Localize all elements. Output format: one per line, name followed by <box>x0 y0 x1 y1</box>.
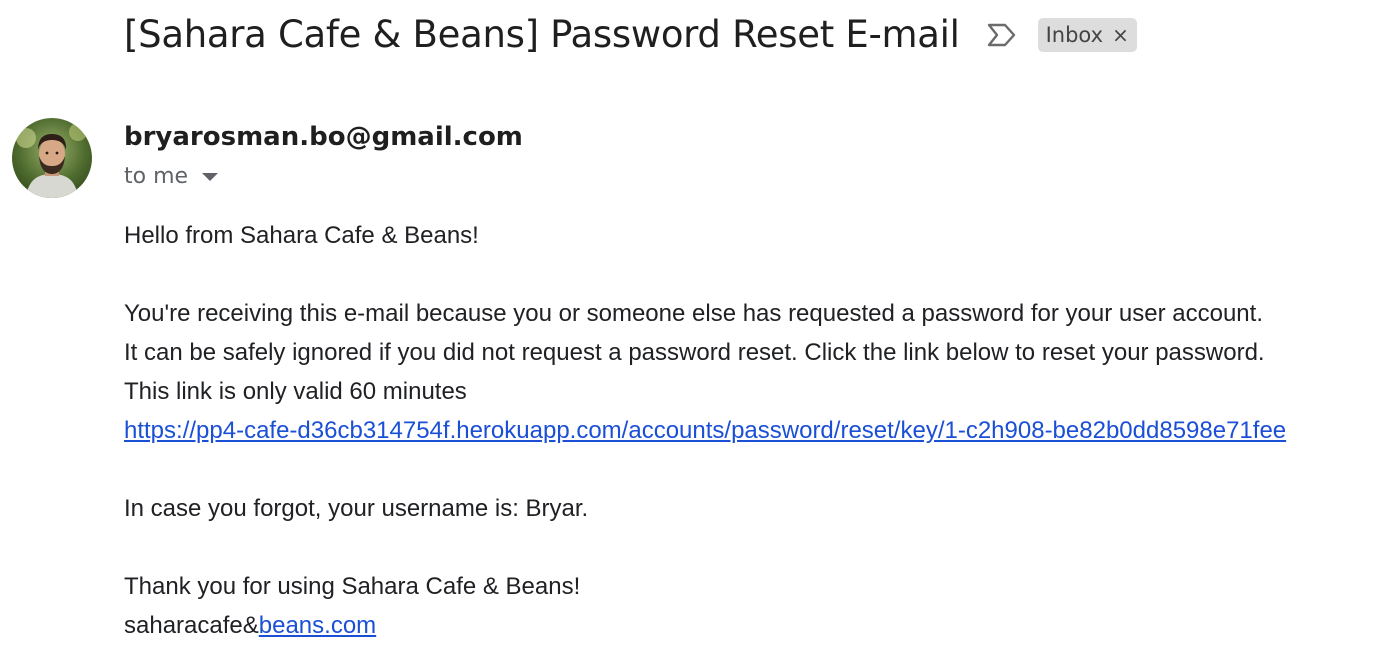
sender-avatar[interactable] <box>12 118 92 198</box>
importance-marker-icon-shape <box>987 23 1015 47</box>
subject-row: [Sahara Cafe & Beans] Password Reset E-m… <box>124 10 1137 60</box>
signature-link[interactable]: beans.com <box>259 612 376 639</box>
body-line-1: You're receiving this e-mail because you… <box>124 300 1263 327</box>
email-subject: [Sahara Cafe & Beans] Password Reset E-m… <box>124 13 960 56</box>
recipients-label: to me <box>124 164 189 189</box>
signature-line: saharacafe&beans.com <box>124 606 1374 645</box>
sender-avatar-photo <box>12 118 92 198</box>
label-chip-name: Inbox <box>1045 23 1104 47</box>
sender-address: bryarosman.bo@gmail.com <box>124 122 523 152</box>
body-line-3: This link is only valid 60 minutes <box>124 378 467 405</box>
password-reset-link[interactable]: https://pp4-cafe-d36cb314754f.herokuapp.… <box>124 417 1286 444</box>
importance-marker-icon[interactable] <box>986 21 1018 49</box>
label-chip-inbox[interactable]: Inbox × <box>1037 18 1137 52</box>
email-body: Hello from Sahara Cafe & Beans! You're r… <box>124 216 1374 645</box>
body-line-2: It can be safely ignored if you did not … <box>124 339 1265 366</box>
email-view: [Sahara Cafe & Beans] Password Reset E-m… <box>0 0 1374 660</box>
remove-label-icon[interactable]: × <box>1112 25 1129 45</box>
chevron-down-icon[interactable] <box>202 173 219 181</box>
greeting-line: Hello from Sahara Cafe & Beans! <box>124 222 479 249</box>
recipients-dropdown[interactable]: to me <box>124 162 219 192</box>
signature-prefix: saharacafe& <box>124 612 259 639</box>
reset-link-line: https://pp4-cafe-d36cb314754f.herokuapp.… <box>124 411 1374 450</box>
thanks-line: Thank you for using Sahara Cafe & Beans! <box>124 573 581 600</box>
username-line: In case you forgot, your username is: Br… <box>124 495 589 522</box>
